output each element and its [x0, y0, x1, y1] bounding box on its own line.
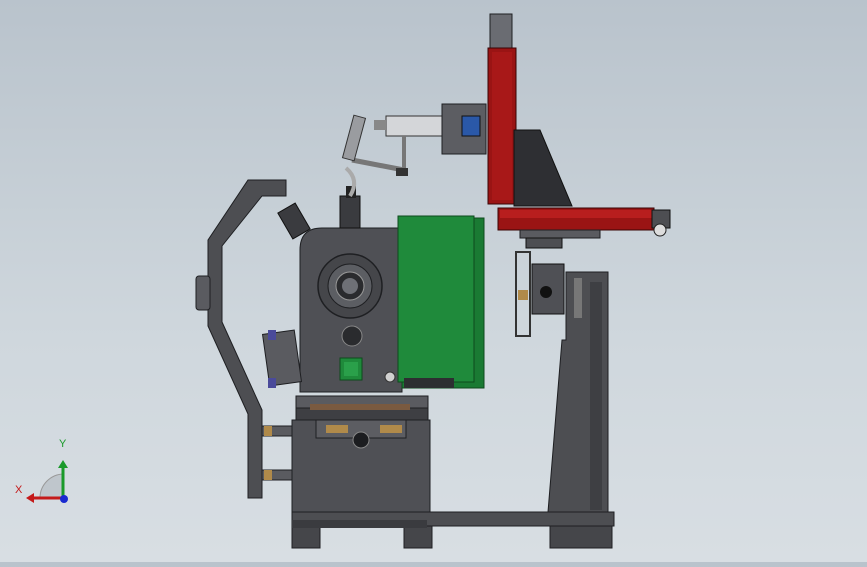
z-axis-dot	[60, 495, 68, 503]
x-axis-arrow	[26, 493, 34, 503]
lower-body	[291, 395, 431, 513]
probe-arm	[341, 103, 487, 198]
left-motor	[261, 329, 303, 388]
red-column	[487, 13, 573, 207]
x-axis-label: X	[15, 484, 23, 496]
red-arm	[497, 207, 671, 239]
headstock	[299, 227, 403, 393]
base-frame	[291, 511, 615, 549]
green-guard	[397, 215, 485, 389]
cad-viewport[interactable]: Y X	[0, 0, 867, 562]
y-axis-label: Y	[59, 438, 67, 450]
y-axis-arrow	[58, 460, 68, 468]
axis-triad-svg	[26, 460, 68, 503]
axis-triad: Y X	[14, 438, 84, 518]
machine-drawing	[195, 13, 671, 549]
triad-plane	[39, 473, 65, 499]
right-column	[515, 237, 609, 513]
